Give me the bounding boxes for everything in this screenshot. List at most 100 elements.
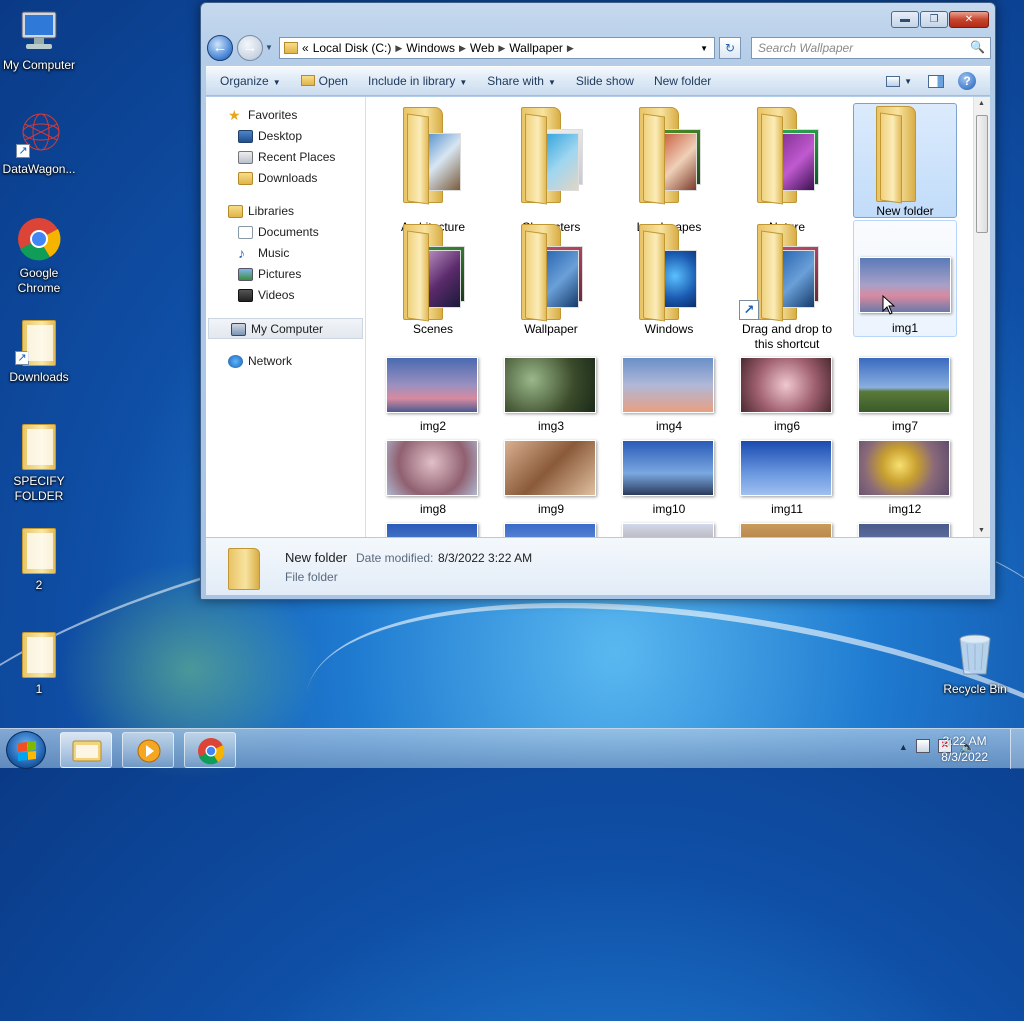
scroll-up-icon[interactable]: ▲	[978, 100, 985, 107]
slide-show-label: Slide show	[575, 74, 634, 88]
breadcrumb-separator[interactable]: ▶	[459, 43, 466, 54]
image-partial[interactable]	[499, 521, 603, 537]
file-list: Architecture Characters Landscapes Natur…	[367, 97, 978, 537]
image-img11[interactable]: img11	[735, 438, 839, 517]
organize-button[interactable]: Organize ▼	[206, 74, 291, 88]
forward-button[interactable]: →	[237, 35, 263, 61]
nav-downloads[interactable]: Downloads	[206, 168, 365, 189]
desktop-icon-label: Google Chrome	[17, 266, 61, 295]
desktop-icon-1[interactable]: 1	[0, 632, 78, 697]
nav-my-computer[interactable]: My Computer	[208, 318, 363, 339]
scroll-down-icon[interactable]: ▼	[978, 527, 985, 534]
folder-icon	[521, 107, 583, 205]
desktop-icon-my-computer[interactable]: My Computer	[0, 8, 78, 73]
scrollbar-thumb[interactable]	[976, 115, 988, 233]
action-center-icon[interactable]	[915, 739, 930, 753]
image-img12[interactable]: img12	[853, 438, 957, 517]
toolbar-right: ▼ ?	[882, 72, 990, 90]
breadcrumb-local-disk[interactable]: Local Disk (C:)	[313, 41, 392, 55]
show-desktop-button[interactable]	[1010, 729, 1024, 769]
slide-show-button[interactable]: Slide show	[566, 74, 644, 88]
taskbar-chrome[interactable]	[184, 732, 236, 768]
nav-videos[interactable]: Videos	[206, 285, 365, 306]
image-img3[interactable]: img3	[499, 355, 603, 434]
folder-landscapes[interactable]: Landscapes	[617, 105, 721, 235]
nav-pictures[interactable]: Pictures	[206, 264, 365, 285]
desktop-icon-downloads[interactable]: ↗ Downloads	[0, 320, 78, 385]
new-folder-label: New folder	[653, 74, 712, 88]
folder-thumbnail	[381, 105, 485, 220]
clock[interactable]: 3:22 AM 8/3/2022	[941, 733, 988, 765]
desktop-icon-google-chrome[interactable]: Google Chrome	[0, 216, 78, 296]
desktop-icon	[238, 130, 253, 143]
maximize-button[interactable]: ❐	[920, 11, 948, 28]
breadcrumb-separator[interactable]: ▶	[567, 43, 574, 54]
desktop-icon-label: 2	[35, 578, 43, 592]
folder-wallpaper[interactable]: Wallpaper	[499, 222, 603, 337]
desktop-icon-specify-folder[interactable]: SPECIFY FOLDER	[0, 424, 78, 504]
desktop-icon-datawagon[interactable]: ↗ DataWagon...	[0, 112, 78, 177]
desktop-icon-recycle-bin[interactable]: Recycle Bin	[936, 632, 1014, 697]
taskbar-media-player[interactable]	[122, 732, 174, 768]
file-label: img7	[891, 419, 918, 433]
address-bar[interactable]: « Local Disk (C:) ▶ Windows ▶ Web ▶ Wall…	[279, 37, 715, 59]
nav-favorites[interactable]: ★ Favorites	[206, 105, 365, 126]
vertical-scrollbar[interactable]: ▲ ▼	[973, 97, 990, 537]
image-img9[interactable]: img9	[499, 438, 603, 517]
clock-date: 8/3/2022	[941, 750, 988, 764]
image-img2[interactable]: img2	[381, 355, 485, 434]
folder-windows[interactable]: Windows	[617, 222, 721, 337]
change-view-icon[interactable]	[886, 75, 901, 87]
address-dropdown[interactable]: ▼	[700, 44, 708, 53]
image-partial[interactable]	[853, 521, 957, 537]
nav-music[interactable]: ♪ Music	[206, 243, 365, 264]
refresh-button[interactable]: ↻	[719, 37, 741, 59]
folder-nature[interactable]: Nature	[735, 105, 839, 235]
image-img8[interactable]: img8	[381, 438, 485, 517]
folder-architecture[interactable]: Architecture	[381, 105, 485, 235]
nav-network[interactable]: Network	[206, 351, 365, 372]
search-input[interactable]: Search Wallpaper 🔍	[751, 37, 991, 59]
nav-libraries[interactable]: Libraries	[206, 201, 365, 222]
breadcrumb-windows[interactable]: Windows	[406, 41, 455, 55]
shortcut-drag-and-drop[interactable]: ↗ Drag and drop to this shortcut	[735, 222, 839, 352]
nav-desktop[interactable]: Desktop	[206, 126, 365, 147]
help-icon[interactable]: ?	[958, 72, 976, 90]
view-options-dropdown[interactable]: ▼	[904, 77, 912, 86]
preview-pane-icon[interactable]	[928, 74, 944, 88]
folder-new-folder[interactable]: New folder	[853, 103, 957, 218]
recent-pages-dropdown[interactable]: ▼	[265, 43, 273, 52]
folder-characters[interactable]: Characters	[499, 105, 603, 235]
image-img1[interactable]: img1	[853, 220, 957, 337]
desktop-icon-2[interactable]: 2	[0, 528, 78, 593]
image-img10[interactable]: img10	[617, 438, 721, 517]
show-hidden-icons-button[interactable]: ▲	[899, 739, 908, 755]
new-folder-button[interactable]: New folder	[644, 74, 721, 88]
breadcrumb-separator[interactable]: ▶	[395, 43, 402, 54]
close-button[interactable]: ✕	[949, 11, 989, 28]
nav-documents[interactable]: Documents	[206, 222, 365, 243]
breadcrumb-separator[interactable]: ▶	[498, 43, 505, 54]
folder-scenes[interactable]: Scenes	[381, 222, 485, 337]
image-partial[interactable]	[735, 521, 839, 537]
breadcrumb-web[interactable]: Web	[470, 41, 494, 55]
share-with-button[interactable]: Share with ▼	[477, 74, 566, 88]
start-button[interactable]	[6, 731, 46, 769]
search-icon[interactable]: 🔍	[970, 40, 985, 54]
taskbar-explorer[interactable]	[60, 732, 112, 768]
image-img6[interactable]: img6	[735, 355, 839, 434]
address-overflow[interactable]: «	[302, 41, 309, 55]
star-icon: ★	[228, 107, 241, 123]
nav-recent-places[interactable]: Recent Places	[206, 147, 365, 168]
image-partial[interactable]	[381, 521, 485, 537]
breadcrumb-wallpaper[interactable]: Wallpaper	[509, 41, 563, 55]
minimize-button[interactable]: ▬	[891, 11, 919, 28]
include-in-library-button[interactable]: Include in library ▼	[358, 74, 477, 88]
open-button[interactable]: Open	[291, 74, 358, 88]
image-img7[interactable]: img7	[853, 355, 957, 434]
image-img4[interactable]: img4	[617, 355, 721, 434]
back-button[interactable]: ←	[207, 35, 233, 61]
image-thumbnail	[853, 521, 957, 537]
image-partial[interactable]	[617, 521, 721, 537]
desktop-icon-label: My Computer	[2, 58, 76, 72]
